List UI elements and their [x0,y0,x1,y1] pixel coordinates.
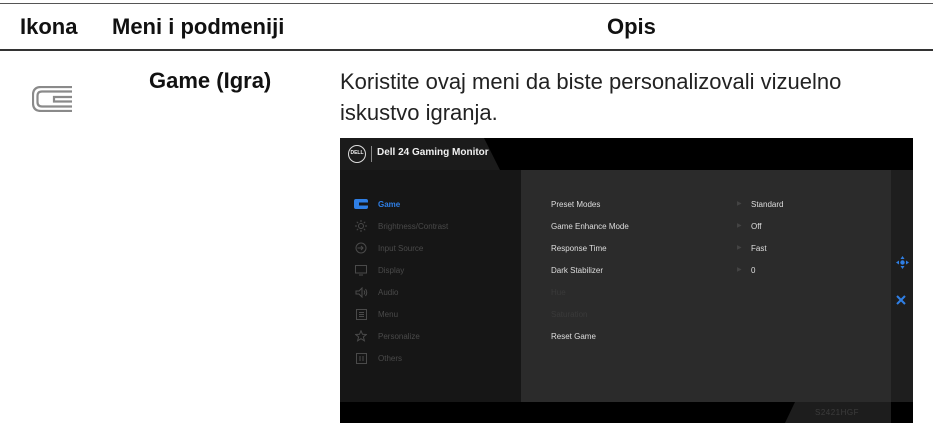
brightness-icon [354,220,368,232]
setting-label: Reset Game [551,332,596,341]
sidebar-item-personalize[interactable]: Personalize [354,329,420,343]
setting-value: Fast [751,244,767,253]
arrow-right-icon: ▶ [737,201,742,207]
audio-icon [354,286,368,298]
sidebar-item-label: Menu [378,309,399,319]
osd-title-bar: DELL Dell 24 Gaming Monitor [340,138,913,170]
arrow-right-icon: ▶ [737,267,742,273]
header-divider [0,49,933,51]
setting-response-time[interactable]: Response Time ▶ Fast [551,242,881,256]
model-name: S2421HGF [815,408,860,417]
sidebar-item-label: Personalize [378,331,420,341]
setting-value: Standard [751,200,784,209]
setting-label: Game Enhance Mode [551,222,629,231]
display-icon [354,264,368,276]
osd-title-tab: DELL Dell 24 Gaming Monitor [340,138,500,170]
osd-footer: S2421HGF [340,402,913,423]
input-source-icon [354,242,368,254]
osd-body: Game Brightness/Contrast Input Source Di… [340,170,913,402]
sidebar-item-brightness[interactable]: Brightness/Contrast [354,219,448,233]
setting-hue: Hue [551,286,881,300]
setting-label: Response Time [551,244,607,253]
model-tab: S2421HGF [785,402,891,423]
header-icon-column: Ikona [20,14,78,39]
sidebar-item-label: Display [378,265,405,275]
close-icon[interactable] [895,294,907,309]
setting-label: Preset Modes [551,200,601,209]
osd-screenshot: DELL Dell 24 Gaming Monitor Game Brightn… [340,138,913,423]
game-icon [354,198,368,210]
sidebar-item-display[interactable]: Display [354,263,404,277]
setting-value: Off [751,222,762,231]
arrow-right-icon: ▶ [737,223,742,229]
game-controller-icon [31,85,74,113]
osd-settings-panel: Preset Modes ▶ Standard Game Enhance Mod… [521,170,891,402]
sidebar-item-input-source[interactable]: Input Source [354,241,423,255]
header-description-column: Opis [607,14,656,39]
setting-label: Hue [551,288,566,297]
osd-nav-column [891,170,913,402]
sidebar-item-game[interactable]: Game [354,197,400,211]
osd-title: Dell 24 Gaming Monitor [377,147,489,158]
setting-preset-modes[interactable]: Preset Modes ▶ Standard [551,198,881,212]
sidebar-item-label: Others [378,353,403,363]
setting-saturation: Saturation [551,308,881,322]
header-menu-column: Meni i podmeniji [112,14,285,39]
setting-label: Dark Stabilizer [551,266,604,275]
osd-sidebar: Game Brightness/Contrast Input Source Di… [340,170,521,402]
setting-reset-game[interactable]: Reset Game [551,330,881,344]
sidebar-item-label: Brightness/Contrast [378,221,449,231]
sidebar-item-label: Audio [378,287,399,297]
dell-logo: DELL [348,145,366,163]
sidebar-item-label: Game [378,199,401,209]
menu-name-game: Game (Igra) [149,68,272,93]
star-icon [354,330,368,342]
setting-label: Saturation [551,310,588,319]
arrow-right-icon: ▶ [737,245,742,251]
sidebar-item-menu[interactable]: Menu [354,307,398,321]
title-separator [371,146,372,162]
navigate-icon[interactable] [896,256,909,269]
others-icon [354,352,368,364]
setting-value: 0 [751,266,756,275]
menu-icon [354,308,368,320]
table-top-rule [0,3,933,4]
sidebar-item-others[interactable]: Others [354,351,402,365]
setting-dark-stabilizer[interactable]: Dark Stabilizer ▶ 0 [551,264,881,278]
menu-description: Koristite ovaj meni da biste personalizo… [340,69,842,125]
sidebar-item-label: Input Source [378,243,424,253]
sidebar-item-audio[interactable]: Audio [354,285,398,299]
setting-game-enhance-mode[interactable]: Game Enhance Mode ▶ Off [551,220,881,234]
